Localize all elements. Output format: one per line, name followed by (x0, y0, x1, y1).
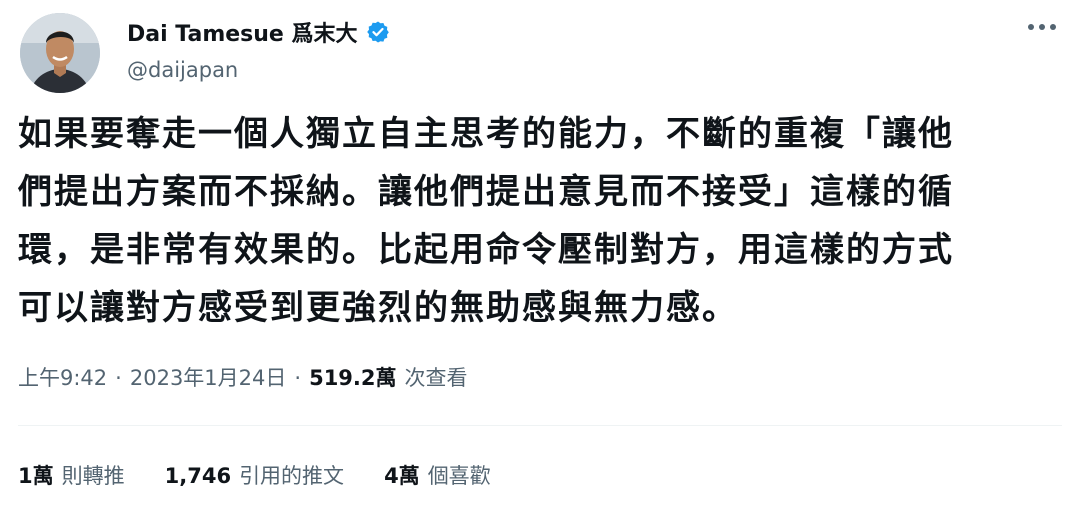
author-name-row[interactable]: Dai Tamesue 爲末大 (127, 16, 390, 48)
avatar-photo (20, 13, 100, 93)
likes-label: 個喜歡 (427, 464, 491, 488)
views-count[interactable]: 519.2萬 (309, 362, 396, 392)
tweet-text-line: 環，是非常有效果的。比起用命令壓制對方，用這樣的方式 (18, 230, 954, 270)
author-handle[interactable]: @daijapan (127, 58, 238, 82)
meta-separator: · (294, 366, 302, 390)
tweet-text-line: 如果要奪走一個人獨立自主思考的能力，不斷的重複「讓他 (18, 114, 954, 154)
verified-badge-icon (366, 21, 389, 43)
tweet-text: 如果要奪走一個人獨立自主思考的能力，不斷的重複「讓他 們提出方案而不採納。讓他們… (18, 105, 1058, 337)
retweets-label: 則轉推 (61, 464, 125, 488)
likes-stat[interactable]: 4萬 個喜歡 (384, 460, 491, 490)
quotes-label: 引用的推文 (239, 464, 345, 488)
tweet-text-line: 可以讓對方感受到更強烈的無助感與無力感。 (18, 288, 738, 328)
retweets-stat[interactable]: 1萬 則轉推 (18, 460, 125, 490)
quotes-stat[interactable]: 1,746 引用的推文 (165, 460, 344, 490)
engagement-stats: 1萬 則轉推 1,746 引用的推文 4萬 個喜歡 (18, 460, 531, 490)
tweet-text-line: 們提出方案而不採納。讓他們提出意見而不接受」這樣的循 (18, 172, 954, 212)
more-options-icon[interactable] (1024, 20, 1060, 34)
tweet-time[interactable]: 上午9:42 (18, 362, 107, 392)
retweets-count: 1萬 (18, 464, 54, 488)
quotes-count: 1,746 (164, 464, 232, 488)
avatar[interactable] (20, 13, 100, 93)
likes-count: 4萬 (384, 464, 420, 488)
tweet-date[interactable]: 2023年1月24日 (130, 362, 287, 392)
views-label: 次查看 (404, 366, 468, 390)
tweet-meta: 上午9:42 · 2023年1月24日 · 519.2萬 次查看 (18, 362, 468, 392)
author-display-name[interactable]: Dai Tamesue 爲末大 (127, 16, 358, 48)
divider (18, 425, 1062, 426)
meta-separator: · (115, 366, 122, 390)
